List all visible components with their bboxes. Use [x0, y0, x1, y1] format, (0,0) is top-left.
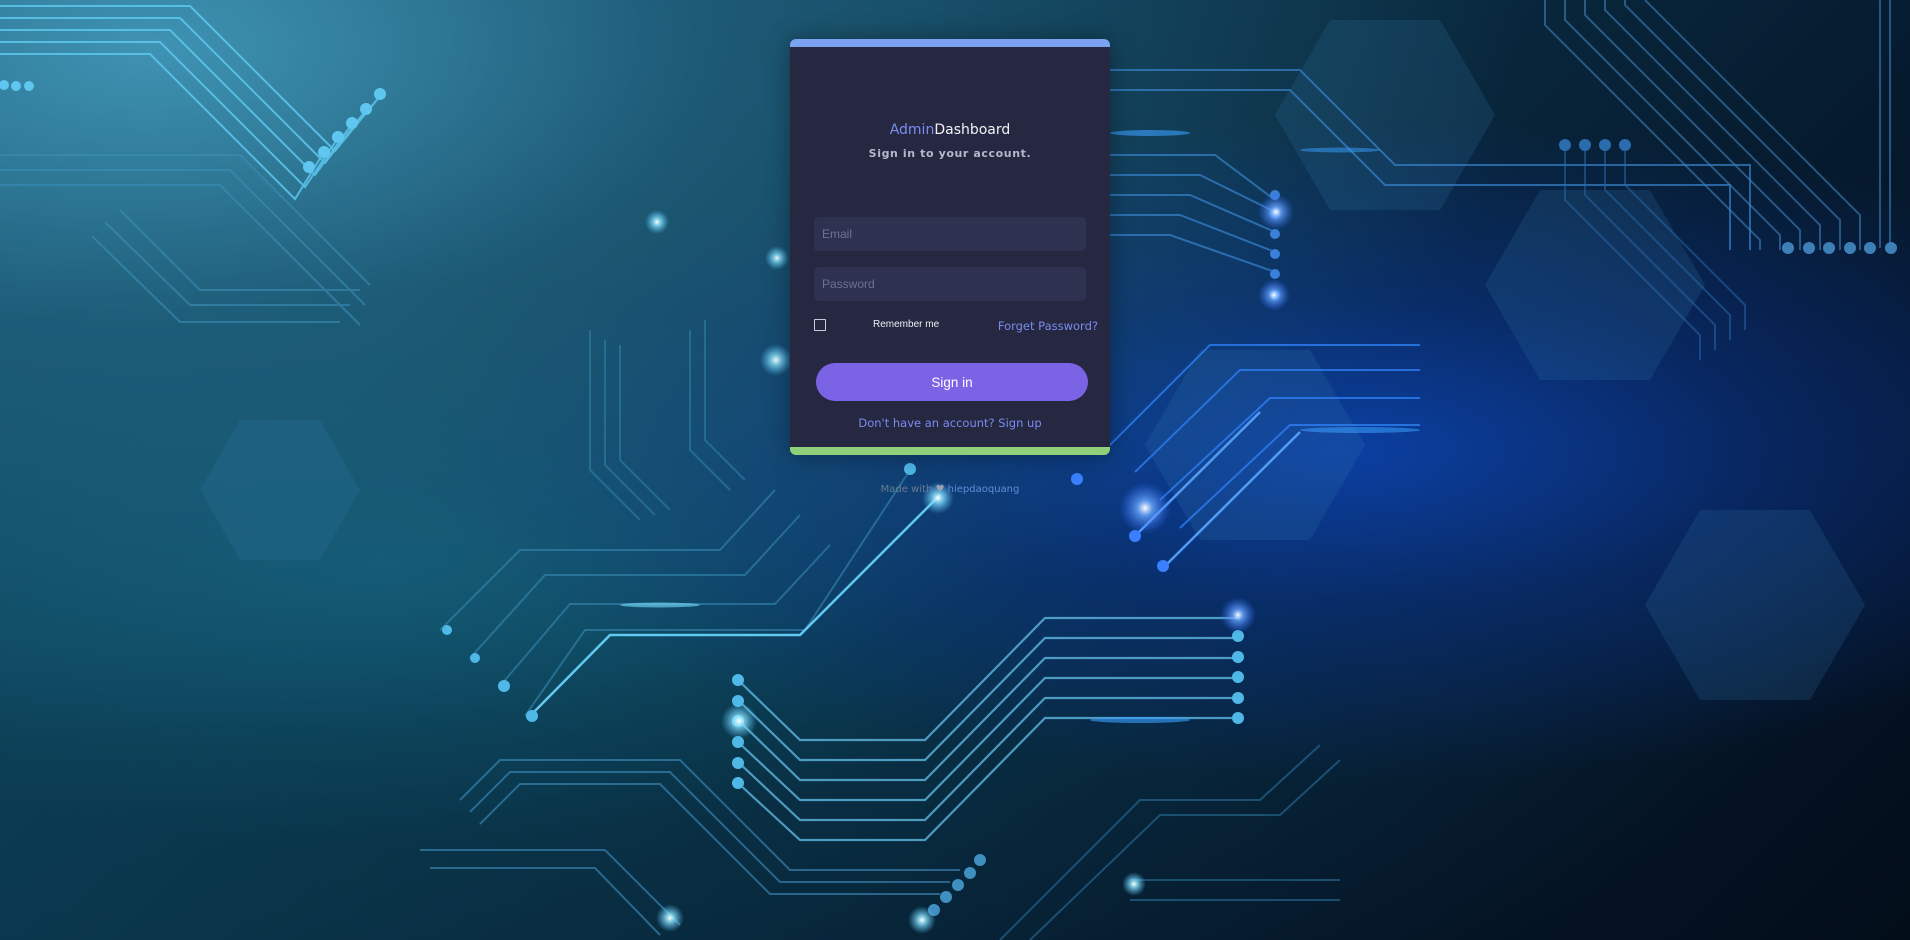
credit-prefix: Made with [880, 484, 933, 495]
forgot-password-link[interactable]: Forget Password? [998, 319, 1098, 333]
remember-me-label: Remember me [873, 319, 940, 330]
card-top-accent-bar [790, 39, 1110, 47]
sign-up-link[interactable]: Don't have an account? Sign up [790, 416, 1110, 430]
footer-credit: Made with ♥ hiepdaoquang [790, 484, 1110, 495]
login-card: AdminDashboard Sign in to your account. … [790, 39, 1110, 455]
signin-subtitle: Sign in to your account. [868, 147, 1032, 160]
remember-row: Remember me Forget Password? [814, 316, 1098, 338]
brand-title-accent: Admin [889, 122, 935, 138]
heart-icon: ♥ [935, 484, 945, 495]
login-page: AdminDashboard Sign in to your account. … [0, 0, 1910, 940]
brand-title-rest: Dashboard [934, 122, 1011, 138]
card-bottom-accent-bar [790, 447, 1110, 455]
remember-me-checkbox[interactable] [814, 319, 826, 331]
password-field[interactable] [814, 267, 1086, 301]
brand-title: AdminDashboard [790, 122, 1110, 138]
email-field[interactable] [814, 217, 1086, 251]
credit-author-link[interactable]: hiepdaoquang [948, 484, 1020, 495]
sign-in-button[interactable]: Sign in [816, 363, 1088, 401]
